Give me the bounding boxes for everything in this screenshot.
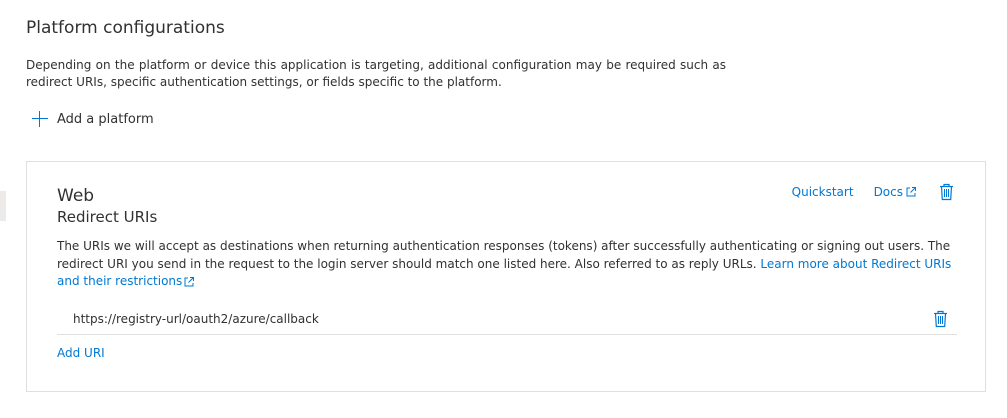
- add-platform-label: Add a platform: [57, 111, 154, 127]
- plus-icon: [32, 111, 48, 127]
- left-edge-marker: [0, 191, 6, 221]
- external-link-icon: [184, 276, 195, 286]
- section-description: Depending on the platform or device this…: [26, 58, 726, 89]
- delete-platform-button[interactable]: [937, 182, 955, 202]
- docs-link-label: Docs: [873, 185, 903, 199]
- docs-link[interactable]: Docs: [874, 185, 917, 199]
- page-title: Platform configurations: [26, 18, 225, 38]
- platform-configurations-page: Platform configurations Depending on the…: [0, 0, 1007, 418]
- external-link-icon: [906, 187, 916, 197]
- redirect-uri-value[interactable]: https://registry-url/oauth2/azure/callba…: [73, 312, 319, 326]
- quickstart-link[interactable]: Quickstart: [792, 185, 854, 199]
- delete-uri-button[interactable]: [931, 309, 949, 329]
- card-actions: Quickstart Docs: [792, 182, 955, 202]
- redirect-uris-description: The URIs we will accept as destinations …: [57, 238, 953, 291]
- redirect-uris-heading: Redirect URIs: [57, 208, 158, 226]
- trash-icon: [939, 183, 953, 201]
- add-platform-button[interactable]: Add a platform: [32, 107, 154, 131]
- add-uri-link[interactable]: Add URI: [57, 346, 105, 360]
- redirect-uri-row: https://registry-url/oauth2/azure/callba…: [57, 304, 957, 335]
- platform-title: Web: [57, 186, 95, 206]
- web-platform-card: Web Redirect URIs Quickstart Docs The UR…: [26, 161, 986, 392]
- trash-icon: [933, 310, 947, 328]
